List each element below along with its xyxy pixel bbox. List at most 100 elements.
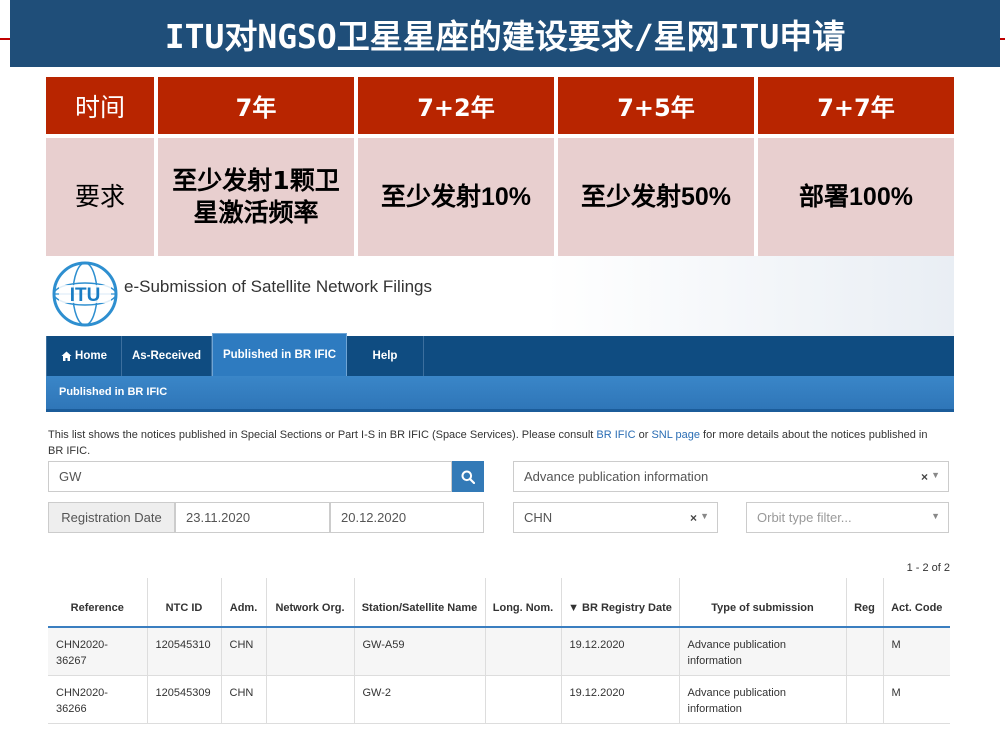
header-cell-7-2y: 7+2年 (358, 77, 554, 134)
search-input[interactable]: GW (48, 461, 452, 492)
result-count: 1 - 2 of 2 (906, 562, 950, 574)
table-row[interactable]: CHN2020-36266 120545309 CHN GW-2 19.12.2… (48, 675, 950, 724)
main-nav: Home As-Received Published in BR IFIC He… (46, 333, 954, 376)
search-icon (461, 470, 475, 484)
date-to-input[interactable]: 20.12.2020 (330, 502, 484, 533)
body-cell-7-2y-text: 至少发射 (380, 181, 481, 211)
cell-adm: CHN (220, 675, 266, 724)
cell-reference[interactable]: CHN2020-36266 (48, 675, 147, 724)
header-cell-7y: 7年 (158, 77, 354, 134)
body-cell-7-2y: 至少发射10% (358, 138, 554, 256)
results-header-row: Reference NTC ID Adm. Network Org. Stati… (48, 578, 950, 628)
clear-adm-icon[interactable]: × (690, 511, 697, 525)
description-text: This list shows the notices published in… (48, 427, 928, 459)
col-adm[interactable]: Adm. (220, 578, 266, 628)
itu-submission-page: ITU e-Submission of Satellite Network Fi… (46, 256, 954, 732)
registration-date-label: Registration Date (48, 502, 175, 533)
nav-published-label: Published in BR IFIC (222, 349, 337, 361)
slide-title: ITU对NGSO卫星星座的建设要求/星网ITU申请 (10, 0, 1000, 67)
header-cell-time: 时间 (46, 77, 154, 134)
clear-type-icon[interactable]: × (921, 470, 928, 484)
cell-name: GW-2 (353, 675, 485, 724)
cell-network-org (265, 627, 354, 676)
site-title: e-Submission of Satellite Network Filing… (124, 277, 433, 296)
cell-type: Advance publication information (678, 675, 846, 724)
col-act-code[interactable]: Act. Code (882, 578, 950, 628)
subnav-bar: Published in BR IFIC (46, 376, 954, 412)
cell-long-nom (484, 627, 561, 676)
col-station-satellite-name[interactable]: Station/Satellite Name (353, 578, 485, 628)
type-chevron-down-icon[interactable]: ▼ (931, 470, 940, 480)
cell-network-org (265, 675, 354, 724)
cell-act-code: M (882, 627, 950, 676)
date-from-input[interactable]: 23.11.2020 (175, 502, 330, 533)
body-cell-7-7y-num: 100% (849, 182, 913, 211)
body-cell-7-7y-text: 部署 (799, 181, 850, 211)
col-br-registry-date[interactable]: ▼ BR Registry Date (560, 578, 679, 628)
requirements-header-row: 时间 7年 7+2年 7+5年 7+7年 (46, 77, 954, 134)
nav-help[interactable]: Help (347, 336, 424, 376)
administration-select[interactable]: CHN × ▼ (513, 502, 718, 533)
nav-as-received-label: As-Received (131, 350, 202, 362)
orbit-chevron-down-icon[interactable]: ▼ (931, 511, 940, 521)
home-icon (61, 351, 72, 361)
description-part2: or (635, 429, 652, 441)
header-cell-7-7y: 7+7年 (758, 77, 954, 134)
nav-as-received[interactable]: As-Received (122, 336, 212, 376)
cell-name: GW-A59 (353, 627, 485, 676)
itu-header: ITU e-Submission of Satellite Network Fi… (46, 256, 954, 336)
col-type-of-submission[interactable]: Type of submission (678, 578, 846, 628)
cell-ntc-id: 120545309 (146, 675, 221, 724)
body-cell-7-5y: 至少发射50% (558, 138, 754, 256)
orbit-type-placeholder: Orbit type filter... (757, 510, 852, 525)
requirements-body-row: 要求 至少发射1颗卫 星激活频率 至少发射10% 至少发射50% 部署100% (46, 138, 954, 256)
description-part1: This list shows the notices published in… (48, 429, 597, 441)
nav-home[interactable]: Home (46, 336, 122, 376)
itu-logo[interactable]: ITU (50, 259, 120, 329)
col-ntc-id[interactable]: NTC ID (146, 578, 221, 628)
table-row[interactable]: CHN2020-36267 120545310 CHN GW-A59 19.12… (48, 627, 950, 676)
cell-adm: CHN (220, 627, 266, 676)
cell-reference[interactable]: CHN2020-36267 (48, 627, 147, 676)
registration-date-label-text: Registration Date (61, 510, 162, 525)
submission-type-select[interactable]: Advance publication information × ▼ (513, 461, 949, 492)
body-cell-7-2y-num: 10% (480, 182, 532, 211)
col-reg[interactable]: Reg (845, 578, 883, 628)
submission-type-value: Advance publication information (524, 469, 709, 484)
body-cell-7y-line2: 星激活频率 (193, 198, 319, 227)
body-cell-requirement: 要求 (46, 138, 154, 256)
cell-date: 19.12.2020 (560, 627, 679, 676)
cell-ntc-id: 120545310 (146, 627, 221, 676)
cell-long-nom (484, 675, 561, 724)
nav-help-label: Help (372, 350, 398, 362)
snl-page-link[interactable]: SNL page (651, 429, 700, 441)
body-cell-7-5y-num: 50% (680, 182, 732, 211)
cell-reg (845, 675, 883, 724)
cell-date: 19.12.2020 (560, 675, 679, 724)
col-long-nom[interactable]: Long. Nom. (484, 578, 561, 628)
nav-home-label: Home (75, 350, 107, 362)
cell-reg (845, 627, 883, 676)
br-ific-link[interactable]: BR IFIC (596, 429, 635, 441)
body-cell-7y: 至少发射1颗卫 星激活频率 (158, 138, 354, 256)
body-cell-7-5y-text: 至少发射 (580, 181, 681, 211)
date-from-value: 23.11.2020 (186, 510, 251, 525)
body-cell-7-7y: 部署100% (758, 138, 954, 256)
adm-chevron-down-icon[interactable]: ▼ (700, 511, 709, 521)
requirements-table: 时间 7年 7+2年 7+5年 7+7年 要求 至少发射1颗卫 星激活频率 至少… (42, 73, 958, 260)
search-input-value: GW (59, 469, 82, 484)
orbit-type-select[interactable]: Orbit type filter... ▼ (746, 502, 949, 533)
cell-act-code: M (882, 675, 950, 724)
header-cell-7-5y: 7+5年 (558, 77, 754, 134)
nav-published-in-br-ific[interactable]: Published in BR IFIC (212, 333, 347, 376)
itu-logo-text: ITU (70, 285, 101, 306)
col-network-org[interactable]: Network Org. (265, 578, 354, 628)
col-reference[interactable]: Reference (48, 578, 147, 628)
body-cell-7y-line1: 至少发射1颗卫 (172, 165, 340, 195)
results-table: Reference NTC ID Adm. Network Org. Stati… (48, 578, 950, 724)
subnav-published-in-br-ific[interactable]: Published in BR IFIC (59, 386, 167, 398)
cell-type: Advance publication information (678, 627, 846, 676)
search-button[interactable] (452, 461, 484, 492)
date-to-value: 20.12.2020 (341, 510, 407, 525)
administration-value: CHN (524, 510, 553, 525)
